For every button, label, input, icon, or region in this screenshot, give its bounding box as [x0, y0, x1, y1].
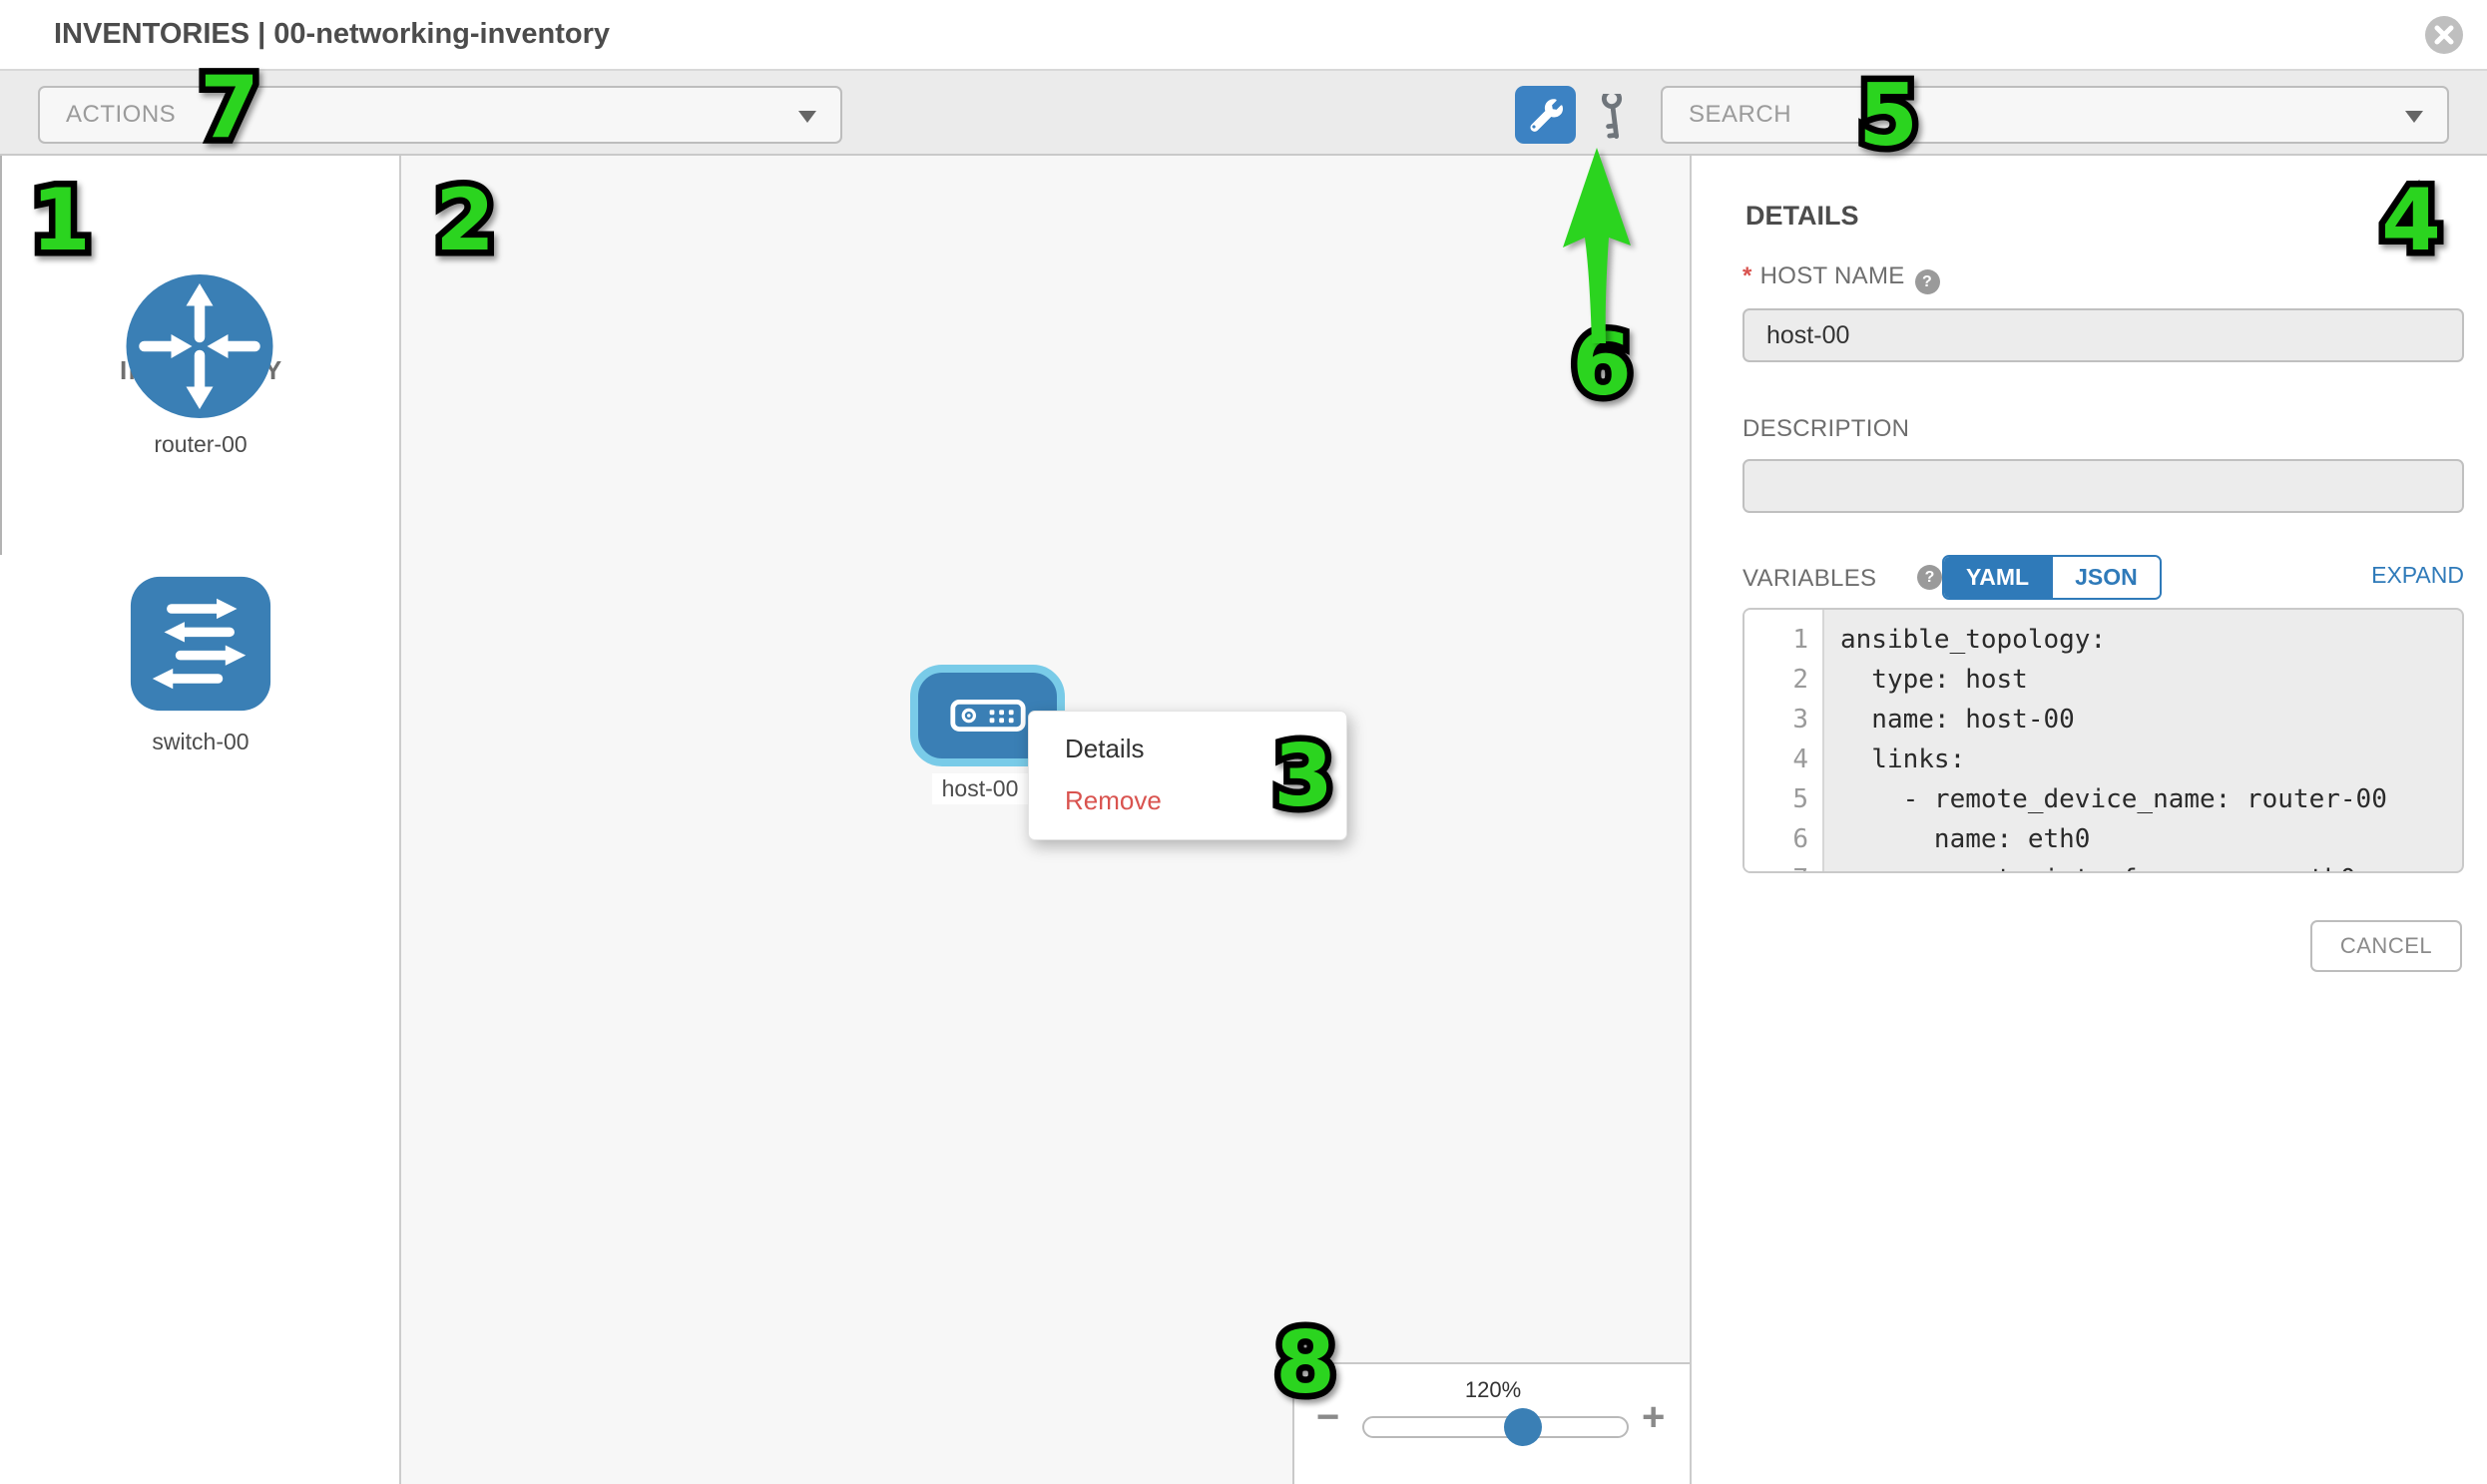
line-number: 2 — [1744, 660, 1824, 700]
editor-line: 7 remote_interface_name: eth0 — [1744, 859, 2462, 873]
variables-row: VARIABLES ? YAML JSON EXPAND — [1742, 557, 2464, 603]
line-number: 6 — [1744, 819, 1824, 859]
variables-code-editor[interactable]: 1ansible_topology: 2 type: host 3 name: … — [1742, 608, 2464, 873]
zoom-level-value: 120% — [1433, 1377, 1553, 1403]
zoom-out-button[interactable]: − — [1316, 1397, 1339, 1437]
zoom-slider-thumb[interactable] — [1504, 1408, 1542, 1446]
left-scrollbar — [0, 156, 2, 555]
line-code: links: — [1824, 740, 1965, 779]
variables-label: VARIABLES — [1742, 565, 1876, 593]
actions-dropdown-label: ACTIONS — [66, 88, 176, 142]
palette-item-router-label: router-00 — [0, 431, 401, 458]
tab-json[interactable]: JSON — [2051, 557, 2160, 598]
host-icon — [947, 700, 1029, 732]
toolbar-wrench-button[interactable] — [1515, 86, 1576, 144]
help-icon[interactable]: ? — [1915, 269, 1940, 294]
context-menu-item-remove[interactable]: Remove — [1065, 785, 1162, 816]
line-number: 5 — [1744, 779, 1824, 819]
palette-item-switch-label: switch-00 — [0, 729, 401, 755]
line-code: remote_interface_name: eth0 — [1824, 859, 2356, 873]
search-dropdown-label: SEARCH — [1689, 88, 1791, 142]
editor-line: 3 name: host-00 — [1744, 700, 2462, 740]
palette-item-switch[interactable] — [126, 571, 275, 722]
line-code: ansible_topology: — [1824, 620, 2106, 660]
topology-editor: INVENTORIES | 00-networking-inventory AC… — [0, 0, 2487, 1484]
switch-icon — [126, 571, 275, 717]
key-icon — [1591, 94, 1637, 140]
wrench-icon — [1529, 98, 1563, 132]
description-input[interactable] — [1742, 459, 2464, 513]
required-marker: * — [1742, 262, 1752, 289]
line-number: 1 — [1744, 620, 1824, 660]
line-number: 3 — [1744, 700, 1824, 740]
toolbar-key-button[interactable] — [1590, 93, 1638, 141]
help-icon[interactable]: ? — [1917, 565, 1942, 590]
zoom-in-button[interactable]: + — [1642, 1397, 1665, 1437]
line-code: type: host — [1824, 660, 2028, 700]
editor-line: 5 - remote_device_name: router-00 — [1744, 779, 2462, 819]
router-icon — [124, 271, 275, 421]
host-name-label-text: HOST NAME — [1760, 262, 1905, 289]
variables-format-toggle: YAML JSON — [1942, 555, 2162, 600]
page-title: INVENTORIES | 00-networking-inventory — [54, 18, 610, 51]
details-panel-title: DETAILS — [1745, 201, 1859, 232]
node-context-menu: Details Remove — [1028, 711, 1347, 840]
editor-line: 4 links: — [1744, 740, 2462, 779]
page-header: INVENTORIES | 00-networking-inventory — [0, 0, 2487, 71]
editor-line: 1ansible_topology: — [1744, 620, 2462, 660]
toolbar: ACTIONS SEARCH — [0, 71, 2487, 156]
line-number: 4 — [1744, 740, 1824, 779]
host-node-label: host-00 — [932, 773, 1029, 804]
line-number: 7 — [1744, 859, 1824, 873]
line-code: name: host-00 — [1824, 700, 2075, 740]
line-code: - remote_device_name: router-00 — [1824, 779, 2387, 819]
context-menu-item-details[interactable]: Details — [1065, 734, 1144, 764]
expand-link[interactable]: EXPAND — [2371, 562, 2464, 589]
host-name-field-label: * HOST NAME? — [1742, 262, 1940, 294]
chevron-down-icon — [798, 111, 816, 123]
close-button[interactable] — [2425, 16, 2463, 54]
close-icon — [2434, 25, 2454, 45]
editor-line: 2 type: host — [1744, 660, 2462, 700]
actions-dropdown[interactable]: ACTIONS — [38, 86, 842, 144]
zoom-control-panel: 120% − + — [1292, 1362, 1690, 1484]
cancel-button[interactable]: CANCEL — [2310, 920, 2462, 972]
description-field-label: DESCRIPTION — [1742, 415, 1909, 443]
palette-item-router[interactable] — [124, 271, 275, 426]
host-name-input[interactable] — [1742, 308, 2464, 362]
search-dropdown[interactable]: SEARCH — [1661, 86, 2449, 144]
chevron-down-icon — [2405, 111, 2423, 123]
editor-line: 6 name: eth0 — [1744, 819, 2462, 859]
tab-yaml[interactable]: YAML — [1944, 557, 2051, 598]
line-code: name: eth0 — [1824, 819, 2090, 859]
editor-content: 1ansible_topology: 2 type: host 3 name: … — [1744, 610, 2462, 873]
zoom-slider-track[interactable] — [1362, 1416, 1629, 1438]
